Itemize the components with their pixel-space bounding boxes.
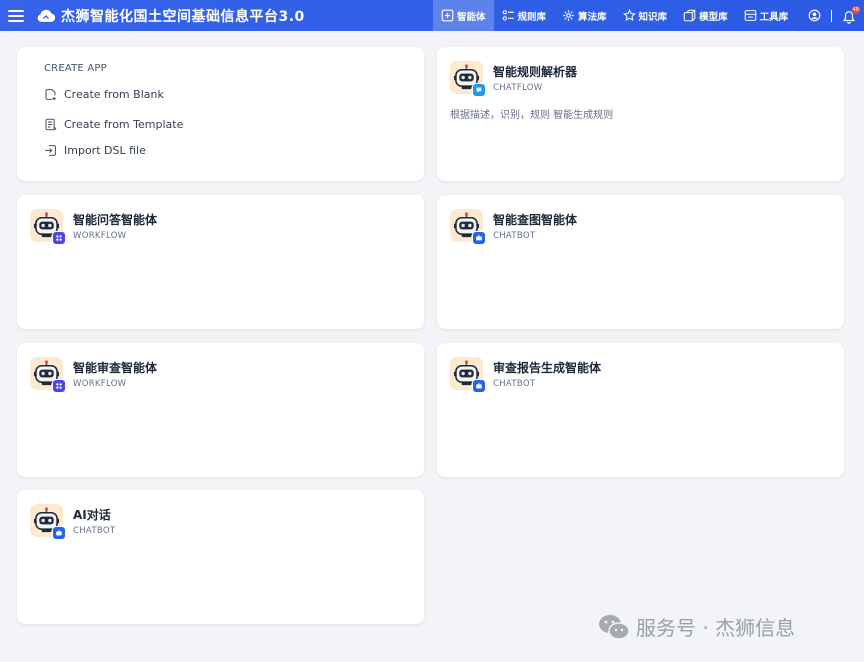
app-mode: WORKFLOW	[73, 379, 127, 389]
chatflow-mode-icon	[472, 83, 486, 97]
app-card[interactable]: 审查报告生成智能体 CHATBOT	[437, 343, 844, 477]
watermark-text: 服务号 · 杰狮信息	[636, 616, 796, 640]
app-card[interactable]: 智能问答智能体 WORKFLOW	[17, 195, 424, 329]
app-mode: WORKFLOW	[73, 231, 127, 241]
create-from-blank-button[interactable]: Create from Blank	[44, 84, 397, 104]
workflow-mode-icon	[52, 231, 66, 245]
create-from-template-button[interactable]: Create from Template	[44, 114, 397, 134]
app-name: 智能问答智能体	[73, 213, 158, 227]
wechat-icon	[599, 614, 630, 640]
import-dsl-label: Import DSL file	[64, 143, 146, 157]
app-card-info: 智能查图智能体 CHATBOT	[493, 209, 577, 241]
workflow-mode-icon	[52, 379, 66, 393]
model-icon	[683, 9, 696, 22]
watermark: 服务号 · 杰狮信息	[598, 612, 795, 641]
app-card-info: 智能审查智能体 WORKFLOW	[73, 357, 157, 389]
nav-tab-label: 算法库	[578, 11, 607, 23]
chatbot-mode-icon	[52, 526, 66, 540]
app-card-header: 智能查图智能体 CHATBOT	[450, 209, 831, 245]
notification-bell-icon[interactable]: 48	[842, 5, 860, 24]
file-plus-icon	[45, 88, 56, 100]
app-name: 智能规则解析器	[493, 65, 578, 79]
nav-tab-tools[interactable]: 工具库	[736, 0, 797, 31]
nav-tab-agents[interactable]: 智能体	[433, 0, 494, 31]
app-description: 根据描述，识别，规则 智能生成规则	[450, 110, 614, 121]
app-card-info: 审查报告生成智能体 CHATBOT	[493, 357, 601, 389]
import-icon	[45, 144, 56, 156]
app-name: 审查报告生成智能体	[493, 361, 602, 375]
robot-avatar-icon	[30, 209, 66, 245]
app-mode: CHATBOT	[493, 231, 536, 241]
app-card-header: 智能审查智能体 WORKFLOW	[30, 357, 411, 393]
nav-tab-label: 智能体	[457, 11, 486, 23]
header-actions: 48	[808, 0, 860, 31]
app-card-info: 智能问答智能体 WORKFLOW	[73, 209, 157, 241]
app-card-header: 审查报告生成智能体 CHATBOT	[450, 357, 831, 393]
app-card-info: AI对话 CHATBOT	[73, 504, 115, 536]
menu-icon[interactable]	[8, 9, 24, 22]
app-name: 智能审查智能体	[73, 361, 158, 375]
app-mode: CHATFLOW	[493, 83, 543, 93]
app-mode: CHATBOT	[493, 379, 536, 389]
create-from-template-label: Create from Template	[64, 117, 184, 131]
app-card-info: 智能规则解析器 CHATFLOW	[493, 61, 577, 93]
app-mode: CHATBOT	[73, 526, 116, 536]
main-nav: 智能体 规则库 算法库 知识库 模型库 工具库	[433, 0, 796, 31]
create-app-title: CREATE APP	[44, 63, 107, 74]
knowledge-icon	[622, 9, 636, 21]
nav-tab-label: 模型库	[699, 11, 728, 23]
app-card[interactable]: 智能审查智能体 WORKFLOW	[17, 343, 424, 477]
create-from-blank-label: Create from Blank	[64, 87, 164, 101]
app-card[interactable]: 智能规则解析器 CHATFLOW 根据描述，识别，规则 智能生成规则	[437, 47, 844, 181]
nav-tab-rules[interactable]: 规则库	[494, 0, 555, 31]
app-card[interactable]: 智能查图智能体 CHATBOT	[437, 195, 844, 329]
nav-tab-knowledge[interactable]: 知识库	[615, 0, 676, 31]
app-name: AI对话	[73, 508, 111, 522]
tools-icon	[744, 10, 756, 21]
chatbot-mode-icon	[472, 379, 486, 393]
app-card-header: 智能规则解析器 CHATFLOW	[450, 61, 831, 97]
app-card[interactable]: AI对话 CHATBOT	[17, 490, 424, 624]
nav-tab-label: 工具库	[759, 11, 789, 23]
nav-tab-models[interactable]: 模型库	[675, 0, 736, 31]
nav-tab-algorithms[interactable]: 算法库	[554, 0, 615, 31]
robot-avatar-icon	[30, 504, 66, 540]
create-app-card: CREATE APP Create from Blank Create from…	[17, 47, 424, 181]
app-card-header: 智能问答智能体 WORKFLOW	[30, 209, 411, 245]
divider	[831, 9, 832, 22]
app-name: 智能查图智能体	[493, 213, 578, 227]
top-navigation-bar: 杰狮智能化国土空间基础信息平台3.0 智能体 规则库 算法库 知识库 模型库 工…	[0, 0, 864, 31]
nav-tab-label: 规则库	[517, 11, 547, 23]
agent-icon	[441, 9, 454, 22]
robot-avatar-icon	[450, 357, 486, 393]
app-title: 杰狮智能化国土空间基础信息平台3.0	[61, 8, 305, 25]
notification-badge: 48	[851, 5, 860, 14]
import-dsl-button[interactable]: Import DSL file	[44, 140, 397, 160]
user-avatar-icon[interactable]	[808, 9, 821, 22]
robot-avatar-icon	[450, 209, 486, 245]
cloud-logo-icon	[36, 9, 56, 23]
robot-avatar-icon	[450, 61, 486, 97]
rules-icon	[502, 10, 514, 21]
robot-avatar-icon	[30, 357, 66, 393]
chatbot-mode-icon	[472, 231, 486, 245]
app-card-header: AI对话 CHATBOT	[30, 504, 411, 540]
nav-tab-label: 知识库	[638, 11, 668, 23]
algorithm-icon	[563, 10, 574, 21]
template-icon	[45, 118, 57, 130]
